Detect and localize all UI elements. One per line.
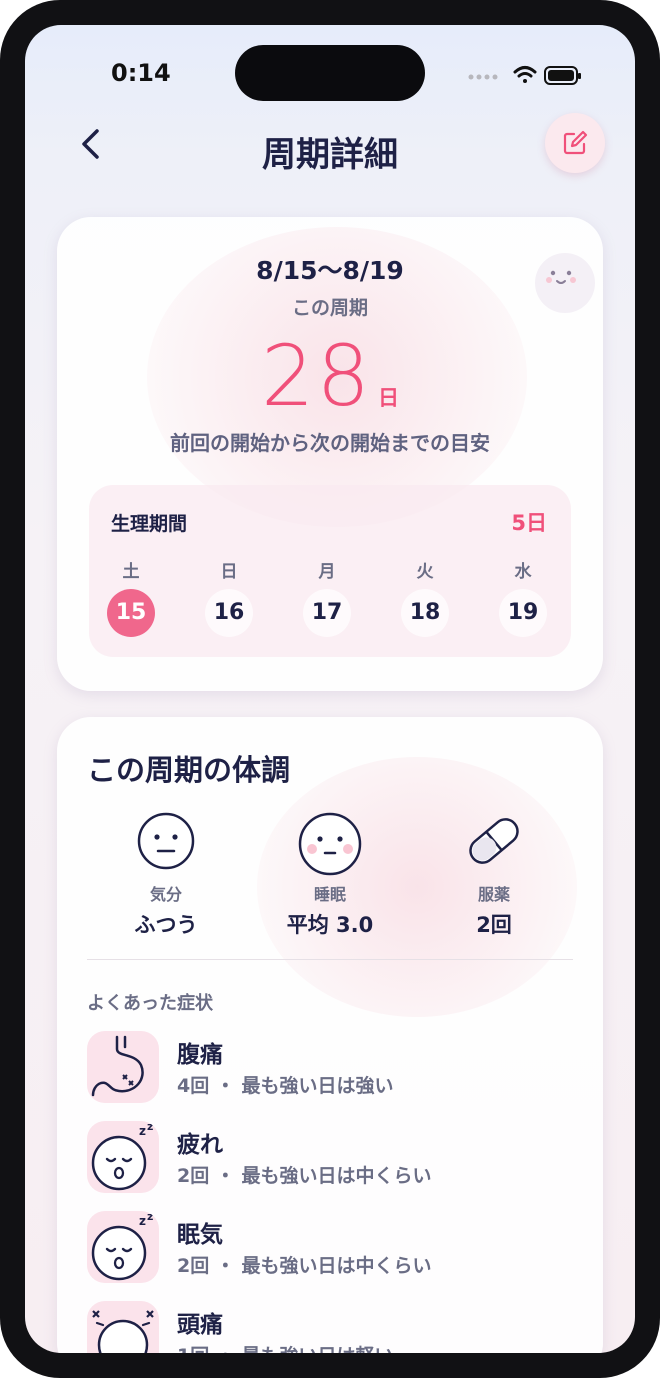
- divider: [87, 959, 573, 960]
- condition-card: この周期の体調 気分 ふつう 睡眠 平均 3.0 服薬 2回 よくあった症状 腹…: [57, 717, 603, 1353]
- day-weekday: 土: [122, 562, 140, 582]
- symptom-name: 疲れ: [177, 1132, 223, 1158]
- sleep-face-icon: [298, 812, 362, 876]
- day-item[interactable]: 土 15: [103, 557, 159, 637]
- metric-value: 平均 3.0: [286, 913, 374, 937]
- day-item[interactable]: 火 18: [397, 557, 453, 637]
- metric-label: 気分: [149, 885, 182, 904]
- svg-text:z: z: [139, 1124, 146, 1138]
- symptom-detail: 2回 ・ 最も強い日は中くらい: [177, 1165, 432, 1187]
- svg-text:z: z: [139, 1214, 146, 1228]
- headache-icon: [87, 1301, 159, 1353]
- day-item[interactable]: 水 19: [495, 557, 551, 637]
- day-weekday: 火: [416, 562, 434, 582]
- symptom-detail: 4回 ・ 最も強い日は強い: [177, 1075, 394, 1097]
- period-range: 8/15～8/19: [256, 256, 404, 285]
- mood-metric: 気分 ふつう: [91, 811, 241, 939]
- day-item[interactable]: 日 16: [201, 557, 257, 637]
- day-date: 19: [499, 589, 547, 637]
- dynamic-island: [235, 45, 425, 101]
- sleepy-face-icon: z z: [87, 1211, 159, 1283]
- day-weekday: 水: [514, 562, 532, 582]
- symptom-item[interactable]: 頭痛 1回 ・ 最も強い日は軽い: [87, 1301, 567, 1353]
- cycle-unit: 日: [377, 386, 399, 410]
- battery-icon: [544, 66, 581, 85]
- signal-icon: [468, 74, 498, 80]
- neutral-face-icon: [137, 812, 195, 870]
- symptom-detail: 2回 ・ 最も強い日は中くらい: [177, 1255, 432, 1277]
- screen: 0:14 周期詳細 8/15～8/19 この周期 28 日 前回の開始から次の開…: [25, 25, 635, 1353]
- day-date: 16: [205, 589, 253, 637]
- period-card: 8/15～8/19 この周期 28 日 前回の開始から次の開始までの目安 生理期間…: [57, 217, 603, 691]
- pill-icon: [469, 818, 519, 864]
- symptom-item[interactable]: 腹痛 4回 ・ 最も強い日は強い: [87, 1031, 567, 1111]
- medication-metric: 服薬 2回: [419, 811, 569, 939]
- day-date: 17: [303, 589, 351, 637]
- cycle-label: この周期: [291, 297, 368, 319]
- page-title: 周期詳細: [262, 135, 398, 175]
- sleep-metric: 睡眠 平均 3.0: [255, 811, 405, 939]
- condition-title: この周期の体調: [87, 753, 291, 787]
- symptom-detail: 1回 ・ 最も強い日は軽い: [177, 1341, 393, 1353]
- symptom-name: 眠気: [177, 1222, 223, 1248]
- metric-label: 睡眠: [313, 885, 346, 904]
- day-date: 18: [401, 589, 449, 637]
- stomach-icon: [87, 1031, 159, 1103]
- symptom-item[interactable]: z z 疲れ 2回 ・ 最も強い日は中くらい: [87, 1121, 567, 1201]
- metric-value: 2回: [476, 913, 512, 937]
- day-date-selected: 15: [107, 589, 155, 637]
- cycle-number: 28: [261, 327, 372, 425]
- duration-value: 5日: [511, 511, 547, 535]
- cycle-description: 前回の開始から次の開始までの目安: [170, 431, 490, 455]
- metric-label: 服薬: [477, 885, 510, 904]
- status-icons: [468, 66, 581, 85]
- svg-text:z: z: [147, 1121, 153, 1133]
- day-weekday: 日: [220, 562, 238, 582]
- svg-text:z: z: [147, 1211, 153, 1223]
- wifi-icon: [513, 66, 537, 83]
- duration-label: 生理期間: [111, 513, 188, 535]
- symptom-name: 腹痛: [177, 1042, 223, 1068]
- device-frame: 0:14 周期詳細 8/15～8/19 この周期 28 日 前回の開始から次の開…: [0, 0, 660, 1378]
- day-weekday: 月: [318, 562, 336, 582]
- day-item[interactable]: 月 17: [299, 557, 355, 637]
- symptom-name: 頭痛: [177, 1312, 223, 1338]
- metric-value: ふつう: [134, 913, 198, 937]
- status-time: 0:14: [111, 59, 171, 87]
- cycle-value: 28 日: [57, 327, 603, 425]
- edit-icon: [563, 130, 588, 155]
- symptom-item[interactable]: z z 眠気 2回 ・ 最も強い日は中くらい: [87, 1211, 567, 1291]
- symptoms-heading: よくあった症状: [87, 993, 213, 1014]
- tired-face-icon: z z: [87, 1121, 159, 1193]
- edit-button[interactable]: [545, 113, 605, 173]
- period-duration-box: 生理期間 5日 土 15 日 16 月 17 火 18 水 19: [89, 485, 571, 657]
